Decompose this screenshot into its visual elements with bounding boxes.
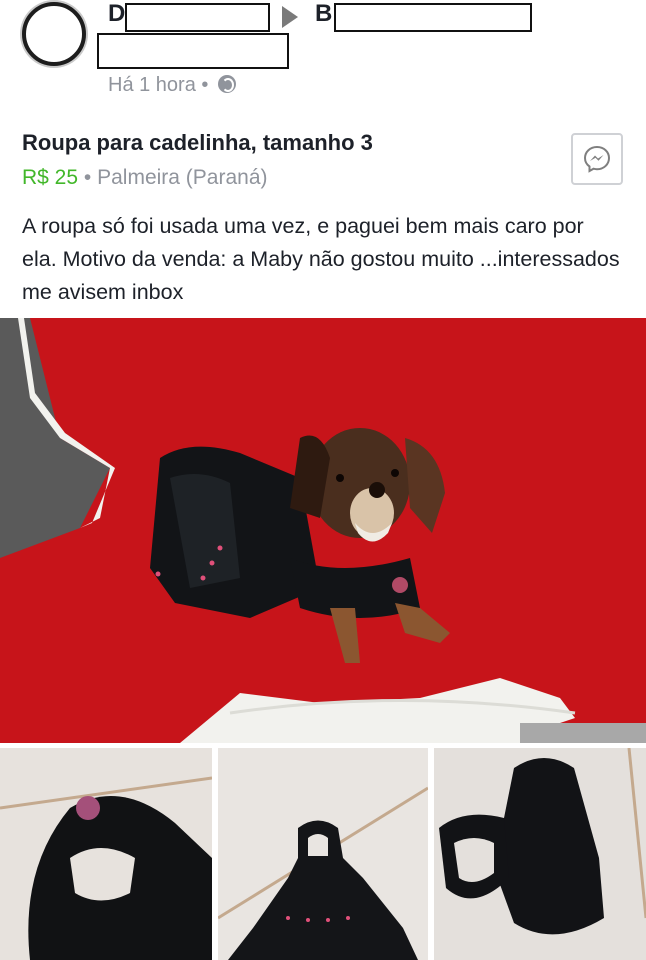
group-name-redaction[interactable] bbox=[334, 3, 532, 32]
author-initial: D bbox=[108, 0, 126, 27]
shared-to-arrow-icon bbox=[282, 6, 298, 28]
meta-separator: • bbox=[201, 74, 209, 96]
group-name-continued-redaction bbox=[97, 33, 289, 69]
dress-photo-2 bbox=[218, 748, 428, 960]
globe-icon bbox=[217, 75, 236, 93]
listing-price: R$ 25 bbox=[22, 166, 79, 189]
message-seller-button[interactable] bbox=[571, 133, 623, 185]
price-separator: • bbox=[83, 166, 92, 189]
post-meta: Há 1 hora • bbox=[108, 74, 236, 97]
dress-photo-1 bbox=[0, 748, 212, 960]
listing-title: Roupa para cadelinha, tamanho 3 bbox=[22, 130, 373, 155]
dress-photo-3 bbox=[434, 748, 646, 960]
messenger-icon bbox=[583, 145, 611, 173]
author-name-redaction[interactable] bbox=[125, 3, 270, 32]
listing-description: A roupa só foi usada uma vez, e paguei b… bbox=[22, 214, 620, 304]
thumbnail-2[interactable] bbox=[218, 748, 428, 960]
thumbnail-3[interactable] bbox=[434, 748, 646, 960]
post-time[interactable]: Há 1 hora bbox=[108, 74, 196, 96]
listing-location[interactable]: Palmeira (Paraná) bbox=[97, 166, 267, 189]
dog-in-dress-photo bbox=[0, 318, 646, 743]
thumbnail-1[interactable] bbox=[0, 748, 212, 960]
post-header: D B Há 1 hora • bbox=[0, 0, 646, 112]
main-photo[interactable] bbox=[0, 318, 646, 743]
price-location-line: R$ 25 • Palmeira (Paraná) bbox=[22, 166, 268, 190]
profile-avatar[interactable] bbox=[22, 2, 86, 66]
group-initial: B bbox=[315, 0, 333, 27]
